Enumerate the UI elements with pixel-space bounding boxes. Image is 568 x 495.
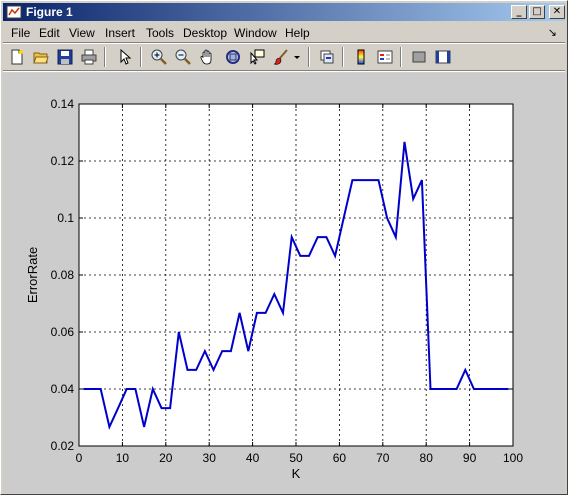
line-chart[interactable]: 0 10 20 30 40 50 60 70 80 90 100 0.020.040.060.080…	[3, 73, 565, 493]
x-tick-label: 80	[420, 451, 434, 465]
link-plot-icon[interactable]	[316, 46, 338, 68]
menu-tools[interactable]: Tools	[146, 26, 174, 40]
x-tick-label: 90	[463, 451, 477, 465]
x-tick-label: 20	[159, 451, 173, 465]
rotate-3d-icon[interactable]	[222, 46, 244, 68]
figure-toolbar	[3, 44, 565, 70]
toolbar-separator	[104, 47, 106, 67]
zoom-in-icon[interactable]	[148, 46, 170, 68]
pan-hand-icon[interactable]	[196, 46, 218, 68]
figure-window: Figure 1 _ □ ✕ File Edit View Insert Too…	[0, 0, 568, 495]
x-tick-label: 0	[76, 451, 83, 465]
minimize-button[interactable]: _	[511, 5, 527, 19]
toolbar-separator-line	[3, 70, 565, 72]
y-tick-labels: 0.02 0.04 0.06 0.08 0.1 0.12 0.14	[51, 97, 75, 453]
menu-window[interactable]: Window	[234, 26, 277, 40]
menu-help[interactable]: Help	[285, 26, 310, 40]
menu-insert[interactable]: Insert	[105, 26, 135, 40]
toolbar-separator	[400, 47, 402, 67]
x-tick-label: 100	[503, 451, 523, 465]
toolbar-separator	[308, 47, 310, 67]
colorbar-icon[interactable]	[350, 46, 372, 68]
menu-view[interactable]: View	[69, 26, 95, 40]
menu-edit[interactable]: Edit	[39, 26, 60, 40]
legend-icon[interactable]	[374, 46, 396, 68]
x-axis-label: K	[292, 466, 301, 481]
save-icon[interactable]	[54, 46, 76, 68]
print-icon[interactable]	[78, 46, 100, 68]
edit-plot-arrow-icon[interactable]	[114, 46, 136, 68]
menu-bar: File Edit View Insert Tools Desktop Wind…	[3, 23, 565, 42]
menu-file[interactable]: File	[11, 26, 30, 40]
matlab-figure-icon	[6, 5, 22, 19]
brush-dropdown-icon[interactable]	[290, 46, 302, 68]
close-button[interactable]: ✕	[549, 5, 565, 19]
menu-desktop[interactable]: Desktop	[183, 26, 227, 40]
y-tick-label: 0.02	[51, 439, 75, 453]
toolbar-separator	[140, 47, 142, 67]
zoom-out-icon[interactable]	[172, 46, 194, 68]
toolbar-separator	[342, 47, 344, 67]
new-figure-icon[interactable]	[6, 46, 28, 68]
hide-plot-tools-icon[interactable]	[408, 46, 430, 68]
y-tick-label: 0.08	[51, 268, 75, 282]
y-axis-label: ErrorRate	[25, 247, 40, 303]
open-file-icon[interactable]	[30, 46, 52, 68]
brush-icon[interactable]	[270, 46, 292, 68]
x-tick-labels: 0 10 20 30 40 50 60 70 80 90 100	[76, 451, 524, 465]
y-tick-label: 0.04	[51, 382, 75, 396]
window-title: Figure 1	[26, 5, 73, 19]
x-tick-label: 10	[116, 451, 130, 465]
title-bar[interactable]: Figure 1 _ □ ✕	[3, 3, 565, 21]
y-tick-label: 0.12	[51, 154, 75, 168]
y-tick-label: 0.1	[57, 211, 74, 225]
x-tick-label: 30	[203, 451, 217, 465]
maximize-button[interactable]: □	[529, 5, 545, 19]
show-plot-tools-icon[interactable]	[432, 46, 454, 68]
y-tick-label: 0.14	[51, 97, 75, 111]
x-tick-label: 50	[289, 451, 303, 465]
x-tick-label: 70	[376, 451, 390, 465]
x-tick-label: 40	[246, 451, 260, 465]
figure-canvas[interactable]: 0 10 20 30 40 50 60 70 80 90 100 0.02 0.04 0.06 0.08 0…	[3, 73, 565, 493]
y-tick-label: 0.06	[51, 325, 75, 339]
x-tick-label: 60	[333, 451, 347, 465]
data-cursor-icon[interactable]	[246, 46, 268, 68]
dock-figure-arrow-icon[interactable]: ↘	[548, 26, 557, 39]
